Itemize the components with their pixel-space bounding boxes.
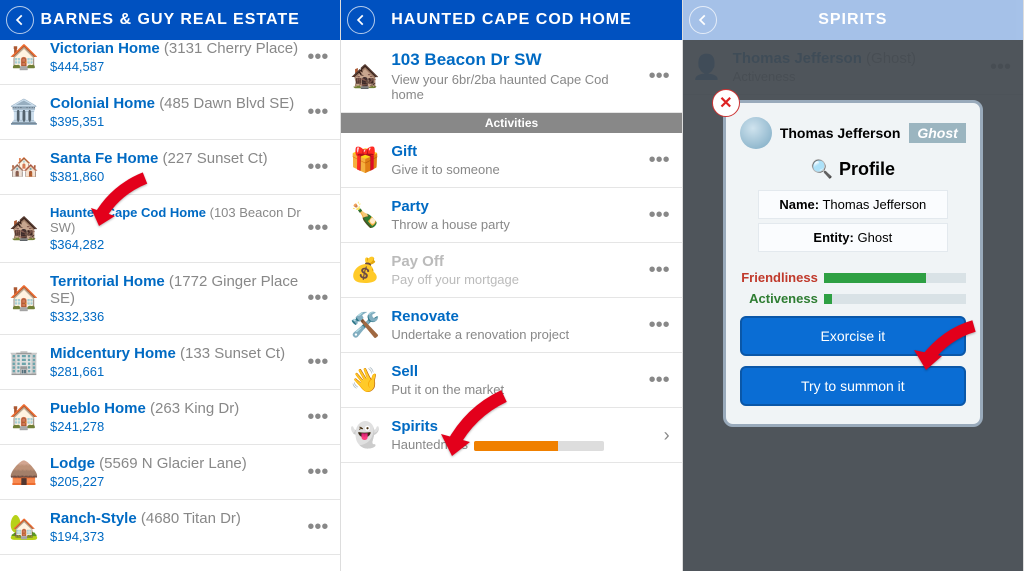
header-property: Haunted Cape Cod Home xyxy=(341,0,681,40)
property-header-row[interactable]: 🏚️ 103 Beacon Dr SW View your 6br/2ba ha… xyxy=(341,40,681,113)
listing-row[interactable]: 🏛️ Colonial Home (485 Dawn Blvd SE) $395… xyxy=(0,85,340,140)
activity-icon: 🎁 xyxy=(349,144,381,176)
house-icon: 🏚️ xyxy=(349,60,381,92)
activeness-stat: Activeness xyxy=(740,291,966,306)
more-icon[interactable]: ••• xyxy=(303,156,332,179)
panel-listings: Barnes & Guy Real Estate 🏠 Victorian Hom… xyxy=(0,0,341,571)
more-icon[interactable]: ••• xyxy=(645,259,674,282)
modal-name: Thomas Jefferson xyxy=(780,125,901,141)
more-icon[interactable]: ••• xyxy=(645,204,674,227)
house-icon: 🛖 xyxy=(8,456,40,488)
back-button[interactable] xyxy=(6,6,34,34)
property-desc: View your 6br/2ba haunted Cape Cod home xyxy=(391,72,644,102)
more-icon[interactable]: ••• xyxy=(303,516,332,539)
activity-row[interactable]: 🛠️RenovateUndertake a renovation project… xyxy=(341,298,681,353)
listing-row[interactable]: 🏢 Midcentury Home (133 Sunset Ct) $281,6… xyxy=(0,335,340,390)
listing-row[interactable]: 🏡 Ranch-Style (4680 Titan Dr) $194,373 •… xyxy=(0,500,340,555)
header-title: Haunted Cape Cod Home xyxy=(391,11,632,29)
summon-button[interactable]: Try to summon it xyxy=(740,366,966,406)
header-spirits: Spirits xyxy=(683,0,1023,40)
house-icon: 🏘️ xyxy=(8,151,40,183)
friendliness-stat: Friendliness xyxy=(740,270,966,285)
more-icon[interactable]: ••• xyxy=(303,46,332,69)
more-icon[interactable]: ••• xyxy=(303,217,332,240)
activity-icon: 🛠️ xyxy=(349,309,381,341)
header-title: Spirits xyxy=(818,11,887,29)
magnifier-icon: 🔍 xyxy=(811,159,833,180)
activity-row[interactable]: 🍾PartyThrow a house party••• xyxy=(341,188,681,243)
profile-name-field: Name: Thomas Jefferson xyxy=(758,190,948,219)
listing-row[interactable]: 🏘️ Santa Fe Home (227 Sunset Ct) $381,86… xyxy=(0,140,340,195)
listing-row[interactable]: 🏠 Territorial Home (1772 Ginger Place SE… xyxy=(0,263,340,335)
house-icon: 🏚️ xyxy=(8,213,40,245)
listings-list: 🏠 Victorian Home (3131 Cherry Place) $44… xyxy=(0,40,340,571)
back-button xyxy=(689,6,717,34)
house-icon: 🏛️ xyxy=(8,96,40,128)
activity-row: 💰Pay OffPay off your mortgage••• xyxy=(341,243,681,298)
more-icon[interactable]: ••• xyxy=(645,65,674,88)
house-icon: 🏠 xyxy=(8,401,40,433)
activity-row[interactable]: 👋SellPut it on the market••• xyxy=(341,353,681,408)
panel-property: Haunted Cape Cod Home 🏚️ 103 Beacon Dr S… xyxy=(341,0,682,571)
ghost-avatar xyxy=(740,117,772,149)
panel-spirits-modal: Spirits 👤 Thomas Jefferson (Ghost) Activ… xyxy=(683,0,1024,571)
house-icon: 🏢 xyxy=(8,346,40,378)
house-icon: 🏠 xyxy=(8,41,40,73)
more-icon[interactable]: ••• xyxy=(645,314,674,337)
listing-row[interactable]: 🏠 Pueblo Home (263 King Dr) $241,278 ••• xyxy=(0,390,340,445)
back-button[interactable] xyxy=(347,6,375,34)
activity-icon: 🍾 xyxy=(349,199,381,231)
more-icon[interactable]: ••• xyxy=(645,369,674,392)
more-icon[interactable]: ••• xyxy=(303,406,332,429)
activity-row[interactable]: 🎁GiftGive it to someone••• xyxy=(341,133,681,188)
listing-row[interactable]: 🛖 Lodge (5569 N Glacier Lane) $205,227 •… xyxy=(0,445,340,500)
activity-icon: 👻 xyxy=(349,419,381,451)
profile-heading: 🔍 Profile xyxy=(740,159,966,180)
house-icon: 🏡 xyxy=(8,511,40,543)
close-button[interactable]: ✕ xyxy=(712,89,740,117)
entity-tag: Ghost xyxy=(909,123,965,143)
activity-icon: 💰 xyxy=(349,254,381,286)
listing-row[interactable]: 🏚️ Haunted Cape Cod Home (103 Beacon Dr … xyxy=(0,195,340,263)
activities-header: Activities xyxy=(341,113,681,133)
activity-row[interactable]: 👻SpiritsHauntedness› xyxy=(341,408,681,463)
header-listings: Barnes & Guy Real Estate xyxy=(0,0,340,40)
profile-entity-field: Entity: Ghost xyxy=(758,223,948,252)
listing-row[interactable]: 🏠 Victorian Home (3131 Cherry Place) $44… xyxy=(0,40,340,85)
more-icon[interactable]: ••• xyxy=(303,351,332,374)
property-address: 103 Beacon Dr SW xyxy=(391,50,644,70)
more-icon[interactable]: ••• xyxy=(645,149,674,172)
spirit-profile-modal: ✕ Thomas Jefferson Ghost 🔍 Profile Name:… xyxy=(723,100,983,427)
house-icon: 🏠 xyxy=(8,283,40,315)
property-list: 🏚️ 103 Beacon Dr SW View your 6br/2ba ha… xyxy=(341,40,681,571)
header-title: Barnes & Guy Real Estate xyxy=(41,11,300,29)
more-icon[interactable]: ••• xyxy=(303,101,332,124)
exorcise-button[interactable]: Exorcise it xyxy=(740,316,966,356)
chevron-right-icon: › xyxy=(660,425,674,446)
activity-icon: 👋 xyxy=(349,364,381,396)
more-icon[interactable]: ••• xyxy=(303,287,332,310)
more-icon[interactable]: ••• xyxy=(303,461,332,484)
